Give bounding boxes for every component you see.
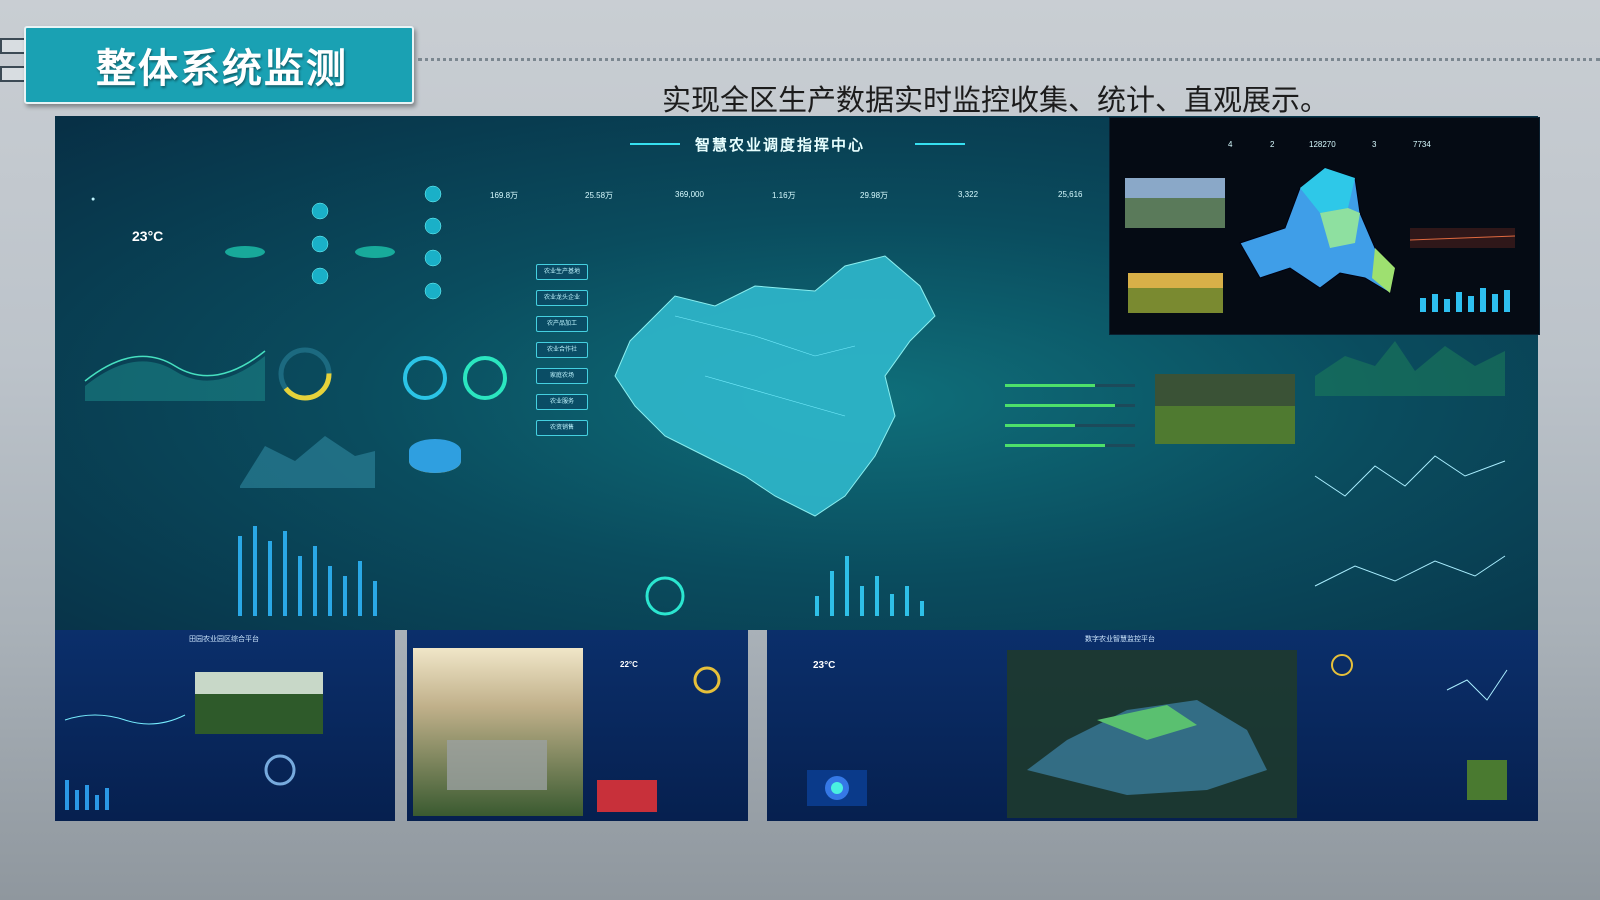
inset-map-dashboard: 4 2 128270 3 7734 — [1109, 117, 1540, 335]
inset-stat-3: 128270 — [1309, 140, 1336, 149]
inset-stat-2: 2 — [1270, 140, 1275, 149]
menu-button-7[interactable]: 农资销售 — [536, 420, 588, 436]
inset-stat-4: 3 — [1372, 140, 1377, 149]
panel2-temp: 22°C — [620, 660, 638, 669]
menu-button-3[interactable]: 农产品加工 — [536, 316, 588, 332]
dashboard-title: 智慧农业调度指挥中心 — [695, 137, 866, 154]
section-subtitle: 实现全区生产数据实时监控收集、统计、直观展示。 — [662, 85, 1330, 117]
inset-stat-5: 7734 — [1413, 140, 1431, 149]
bottom-panel-aerial: 22°C — [407, 630, 748, 821]
panel1-decoration — [64, 672, 323, 810]
menu-button-6[interactable]: 农业服务 — [536, 394, 588, 410]
weather-temp: 23°C — [132, 228, 164, 244]
weather-label: ● — [91, 196, 96, 203]
bottom-panel-monitoring: 数字农业智慧监控平台 23°C — [767, 630, 1538, 821]
stat-1: 169.8万 — [490, 191, 519, 200]
stat-5: 29.98万 — [860, 191, 889, 200]
stat-3: 369,000 — [675, 190, 704, 199]
section-title: 整体系统监测 — [96, 47, 348, 91]
panel3-decoration — [807, 650, 1508, 818]
stat-7: 25,616 — [1058, 190, 1083, 199]
panel3-title: 数字农业智慧监控平台 — [1085, 636, 1155, 643]
inset-decoration — [1125, 167, 1516, 313]
stat-6: 3,322 — [958, 190, 979, 199]
panel3-temp: 23°C — [813, 660, 836, 671]
dotted-divider — [418, 58, 1600, 61]
panel2-decoration — [413, 648, 721, 816]
menu-button-1[interactable]: 农业生产基地 — [536, 264, 588, 280]
panel1-title: 田园农业园区综合平台 — [189, 636, 259, 643]
stat-2: 25.58万 — [585, 191, 614, 200]
section-title-box: 整体系统监测 — [24, 26, 414, 104]
menu-button-5[interactable]: 家庭农场 — [536, 368, 588, 384]
menu-button-4[interactable]: 农业合作社 — [536, 342, 588, 358]
bottom-panel-greenhouse: 田园农业园区综合平台 — [55, 630, 395, 821]
menu-button-2[interactable]: 农业龙头企业 — [536, 290, 588, 306]
inset-stat-1: 4 — [1228, 140, 1233, 149]
stat-4: 1.16万 — [772, 191, 796, 200]
